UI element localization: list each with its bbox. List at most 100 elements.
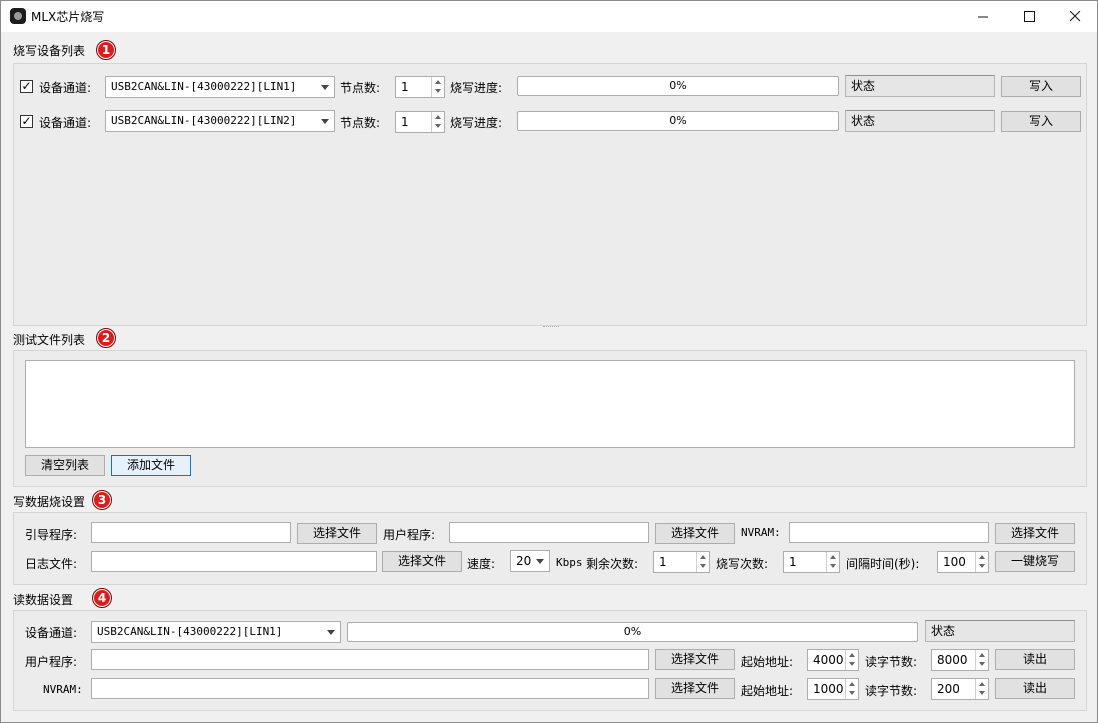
device-1-write-button[interactable]: 写入 [1001,76,1081,97]
nvram-start-address-spinbox[interactable]: 1000 [807,678,859,700]
device-1-nodes-value: 1 [401,80,409,94]
nvram-start-address-label: 起始地址: [741,684,794,698]
device-2-progress-bar: 0% [517,111,839,131]
interval-spinbox[interactable]: 100 [937,551,989,573]
device-1-nodes-spinbox[interactable]: 1 [395,76,445,98]
nvram-input[interactable] [789,522,989,543]
remaining-count-spinbox[interactable]: 1 [653,551,710,573]
device-2-status: 状态 [845,110,995,132]
section-1-badge: 1 [96,40,116,60]
section-4-badge: 4 [92,588,112,608]
interval-label: 间隔时间(秒): [846,557,920,571]
spin-up-icon [700,555,706,559]
read-nvram-input[interactable] [91,678,649,699]
nvram-read-bytes-spinbox[interactable]: 200 [931,678,989,700]
spin-buttons[interactable] [975,552,988,572]
log-file-input[interactable] [91,551,377,572]
app-icon [10,8,26,24]
device-list-title: 烧写设备列表 [13,44,86,58]
spin-up-icon [435,115,441,119]
user-start-address-label: 起始地址: [741,655,794,669]
log-file-select-button[interactable]: 选择文件 [382,551,462,572]
burn-count-spinbox[interactable]: 1 [783,551,840,573]
device-2-channel-label: 设备通道: [39,116,92,130]
read-channel-value: USB2CAN&LIN-[43000222][LIN1] [97,625,283,638]
device-1-checkbox[interactable]: ✓ [20,80,33,93]
spin-down-icon [849,662,855,666]
nvram-select-button[interactable]: 选择文件 [995,523,1075,544]
speed-unit: Kbps [556,556,583,569]
spin-down-icon [830,564,836,568]
user-program-input[interactable] [449,522,649,543]
read-channel-select[interactable]: USB2CAN&LIN-[43000222][LIN1] [91,621,341,643]
user-start-address-spinbox[interactable]: 4000 [807,649,859,671]
section-3-badge: 3 [92,490,112,510]
spin-up-icon [979,682,985,686]
user-read-button[interactable]: 读出 [995,649,1075,670]
close-icon [1069,10,1080,21]
nvram-start-address-value: 1000 [813,682,844,696]
nvram-read-bytes-label: 读字节数: [865,684,918,698]
maximize-icon [1023,10,1035,22]
chevron-down-icon [321,119,329,124]
nvram-label: NVRAM: [741,526,781,539]
device-2-channel-select[interactable]: USB2CAN&LIN-[43000222][LIN2] [105,110,335,132]
spin-buttons[interactable] [696,552,709,572]
user-read-bytes-spinbox[interactable]: 8000 [931,649,989,671]
user-program-select-button[interactable]: 选择文件 [655,523,735,544]
minimize-button[interactable] [960,1,1006,31]
title-bar: MLX芯片烧写 [1,1,1097,32]
spin-buttons[interactable] [431,77,444,97]
maximize-button[interactable] [1006,1,1052,31]
spin-buttons[interactable] [975,679,988,699]
read-channel-label: 设备通道: [25,626,78,640]
read-user-program-input[interactable] [91,649,649,670]
spin-down-icon [849,691,855,695]
spin-buttons[interactable] [431,112,444,132]
one-click-burn-button[interactable]: 一键烧写 [995,551,1075,572]
device-2-checkbox[interactable]: ✓ [20,115,33,128]
read-status: 状态 [925,620,1075,642]
write-settings-title: 写数据烧设置 [13,495,86,509]
nvram-read-bytes-value: 200 [937,682,960,696]
spin-buttons[interactable] [845,679,858,699]
nvram-read-button[interactable]: 读出 [995,678,1075,699]
boot-program-input[interactable] [91,522,291,543]
device-2-write-button[interactable]: 写入 [1001,111,1081,132]
spin-up-icon [979,653,985,657]
window-title: MLX芯片烧写 [31,10,105,24]
spin-buttons[interactable] [826,552,839,572]
close-button[interactable] [1052,1,1098,31]
interval-value: 100 [943,555,966,569]
spin-up-icon [849,682,855,686]
boot-program-select-button[interactable]: 选择文件 [297,523,377,544]
section-2-badge: 2 [96,328,116,348]
chevron-down-icon [321,85,329,90]
add-file-button[interactable]: 添加文件 [111,455,191,476]
read-progress-text: 0% [623,625,642,638]
spin-buttons[interactable] [845,650,858,670]
clear-list-button[interactable]: 清空列表 [25,455,105,476]
spin-up-icon [849,653,855,657]
test-file-list-title: 测试文件列表 [13,333,86,347]
spin-down-icon [435,89,441,93]
device-2-nodes-spinbox[interactable]: 1 [395,111,445,133]
read-user-program-select-button[interactable]: 选择文件 [655,649,735,670]
spin-down-icon [979,662,985,666]
read-nvram-select-button[interactable]: 选择文件 [655,678,735,699]
speed-value: 20 [516,554,532,568]
user-read-bytes-label: 读字节数: [865,655,918,669]
device-1-channel-value: USB2CAN&LIN-[43000222][LIN1] [111,80,297,93]
burn-count-value: 1 [789,555,797,569]
test-file-list[interactable] [25,360,1075,448]
remaining-count-value: 1 [659,555,667,569]
device-1-channel-select[interactable]: USB2CAN&LIN-[43000222][LIN1] [105,76,335,98]
device-1-progress-text: 0% [669,79,687,92]
speed-select[interactable]: 20 [510,550,550,572]
user-program-label: 用户程序: [383,528,436,542]
splitter-handle[interactable] [543,326,559,328]
boot-program-label: 引导程序: [25,528,78,542]
device-1-nodes-label: 节点数: [340,81,381,95]
device-1-status: 状态 [845,75,995,97]
spin-buttons[interactable] [975,650,988,670]
